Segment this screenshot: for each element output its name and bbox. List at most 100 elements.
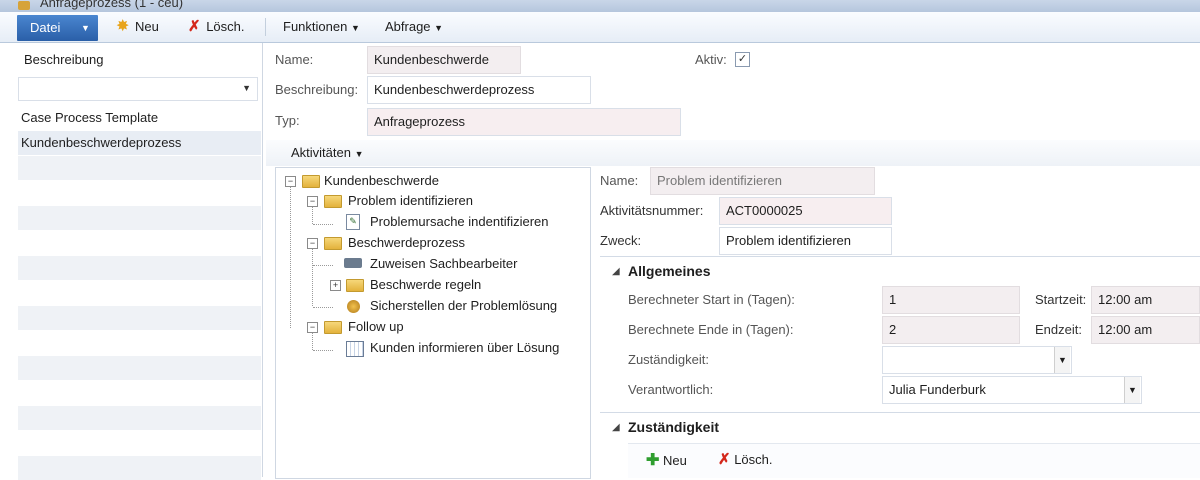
document-icon: ✎ xyxy=(346,214,360,230)
tree-guide xyxy=(290,186,291,328)
zustaendigkeit-header[interactable]: Zuständigkeit xyxy=(628,419,719,435)
aktiv-label: Aktiv: xyxy=(695,52,727,67)
folder-icon xyxy=(324,321,342,334)
aktivitaetsnummer-field[interactable]: ACT0000025 xyxy=(719,197,892,225)
window-title: Anfrageprozess (1 - ceu) xyxy=(40,0,184,10)
tree-node-zuweisen[interactable]: Zuweisen Sachbearbeiter xyxy=(370,256,517,271)
chevron-down-icon[interactable]: ▼ xyxy=(1124,377,1140,403)
collapse-toggle[interactable]: − xyxy=(285,176,296,187)
folder-icon xyxy=(302,175,320,188)
beschreibung-label: Beschreibung: xyxy=(275,82,359,97)
abfrage-label: Abfrage xyxy=(385,19,431,34)
funktionen-label: Funktionen xyxy=(283,19,348,34)
tree-guide xyxy=(313,350,333,351)
expand-toggle[interactable]: + xyxy=(330,280,341,291)
collapse-toggle[interactable]: − xyxy=(307,238,318,249)
window-title-bar: Anfrageprozess (1 - ceu) xyxy=(0,0,1200,12)
collapse-toggle[interactable]: − xyxy=(307,322,318,333)
tree-node-kundenbeschwerde[interactable]: Kundenbeschwerde xyxy=(324,173,439,188)
collapse-triangle-icon[interactable]: ◢ xyxy=(612,266,620,277)
zustaendigkeit-neu-button[interactable]: ✚ Neu xyxy=(646,450,687,470)
abfrage-menu[interactable]: Abfrage ▼ xyxy=(385,12,443,42)
chevron-down-icon: ▼ xyxy=(242,83,251,93)
name-label: Name: xyxy=(275,52,314,67)
tree-guide xyxy=(312,206,313,224)
column-header[interactable]: Beschreibung xyxy=(18,48,261,72)
endzeit-label: Endzeit: xyxy=(1035,322,1082,337)
aktivitaetsnummer-label: Aktivitätsnummer: xyxy=(600,203,704,218)
detail-name-field[interactable]: Problem identifizieren xyxy=(650,167,875,195)
toolbar: Datei ▼ ✸ Neu ✗ Lösch. Funktionen ▼ Abfr… xyxy=(0,12,1200,43)
chevron-down-icon[interactable]: ▼ xyxy=(1054,347,1070,373)
empty-row xyxy=(18,331,261,355)
tree-guide xyxy=(313,307,333,308)
endzeit-field[interactable]: 12:00 am xyxy=(1091,316,1200,344)
zustaendigkeit-toolbar: ✚ Neu ✗ Lösch. xyxy=(628,443,1200,478)
loesch-label: Lösch. xyxy=(206,19,245,34)
datei-menu-button[interactable]: Datei ▼ xyxy=(17,15,98,41)
tree-node-beschwerde-regeln[interactable]: Beschwerde regeln xyxy=(370,277,481,292)
chevron-down-icon: ▼ xyxy=(350,23,360,33)
verantwortlich-dropdown[interactable]: Julia Funderburk xyxy=(882,376,1142,404)
empty-row xyxy=(18,206,261,230)
zweck-field[interactable]: Problem identifizieren xyxy=(719,227,892,255)
chevron-down-icon: ▼ xyxy=(434,23,444,33)
detail-name-label: Name: xyxy=(600,173,639,188)
typ-field[interactable]: Anfrageprozess xyxy=(367,108,681,136)
toolbar-divider xyxy=(265,18,266,36)
list-item[interactable]: Case Process Template xyxy=(18,106,261,130)
red-x-icon: ✗ xyxy=(718,451,731,468)
empty-row xyxy=(18,456,261,480)
neu-button[interactable]: ✸ Neu xyxy=(116,12,159,42)
tree-node-problemursache[interactable]: Problemursache indentifizieren xyxy=(370,214,548,229)
typ-label: Typ: xyxy=(275,113,300,128)
collapse-triangle-icon[interactable]: ◢ xyxy=(612,422,620,433)
list-item-label: Kundenbeschwerdeprozess xyxy=(21,135,182,150)
folder-icon xyxy=(324,195,342,208)
tree-node-problem-identifizieren[interactable]: Problem identifizieren xyxy=(348,193,473,208)
aktivitaeten-bar: Aktivitäten ▼ xyxy=(266,140,1200,166)
beschreibung-field[interactable]: Kundenbeschwerdeprozess xyxy=(367,76,591,104)
start-field[interactable]: 1 xyxy=(882,286,1020,314)
verantwortlich-value: Julia Funderburk xyxy=(889,382,986,397)
datei-label: Datei xyxy=(30,20,61,35)
folder-icon xyxy=(324,237,342,250)
column-header-label: Beschreibung xyxy=(24,52,104,67)
startzeit-field[interactable]: 12:00 am xyxy=(1091,286,1200,314)
ende-label: Berechnete Ende in (Tagen): xyxy=(628,322,794,337)
left-list-panel: Beschreibung ▼ Case Process Template Kun… xyxy=(0,43,263,480)
collapse-toggle[interactable]: − xyxy=(307,196,318,207)
empty-row xyxy=(18,281,261,305)
aktiv-checkbox[interactable]: ✓ xyxy=(735,52,750,67)
tree-node-follow-up[interactable]: Follow up xyxy=(348,319,404,334)
tree-node-kunden-informieren[interactable]: Kunden informieren über Lösung xyxy=(370,340,559,355)
tree-guide xyxy=(312,332,313,350)
zustaendigkeit-dropdown[interactable] xyxy=(882,346,1072,374)
startzeit-label: Startzeit: xyxy=(1035,292,1087,307)
zweck-label: Zweck: xyxy=(600,233,642,248)
zustaendigkeit-label: Zuständigkeit: xyxy=(628,352,709,367)
tree-node-beschwerdeprozess[interactable]: Beschwerdeprozess xyxy=(348,235,465,250)
allgemeines-header[interactable]: Allgemeines xyxy=(628,263,710,279)
tree-guide xyxy=(313,265,333,266)
loesch-button[interactable]: ✗ Lösch. xyxy=(188,12,245,42)
empty-row xyxy=(18,356,261,380)
folder-icon xyxy=(346,279,364,292)
tree-guide xyxy=(312,248,313,306)
activity-tree: − Kundenbeschwerde − Problem identifizie… xyxy=(275,167,591,479)
empty-row xyxy=(18,156,261,180)
zustaendigkeit-loesch-button[interactable]: ✗ Lösch. xyxy=(718,450,773,468)
aktivitaeten-menu[interactable]: Aktivitäten ▼ xyxy=(291,145,364,160)
empty-row xyxy=(18,181,261,205)
chevron-down-icon: ▼ xyxy=(81,23,90,33)
name-field[interactable]: Kundenbeschwerde xyxy=(367,46,521,74)
empty-row xyxy=(18,306,261,330)
funktionen-menu[interactable]: Funktionen ▼ xyxy=(283,12,360,42)
assign-icon xyxy=(344,258,362,268)
ende-field[interactable]: 2 xyxy=(882,316,1020,344)
filter-dropdown[interactable]: ▼ xyxy=(18,77,258,101)
tree-node-sicherstellen[interactable]: Sicherstellen der Problemlösung xyxy=(370,298,557,313)
empty-row xyxy=(18,231,261,255)
list-item-label: Case Process Template xyxy=(21,110,159,125)
list-item-selected[interactable]: Kundenbeschwerdeprozess xyxy=(18,131,261,155)
